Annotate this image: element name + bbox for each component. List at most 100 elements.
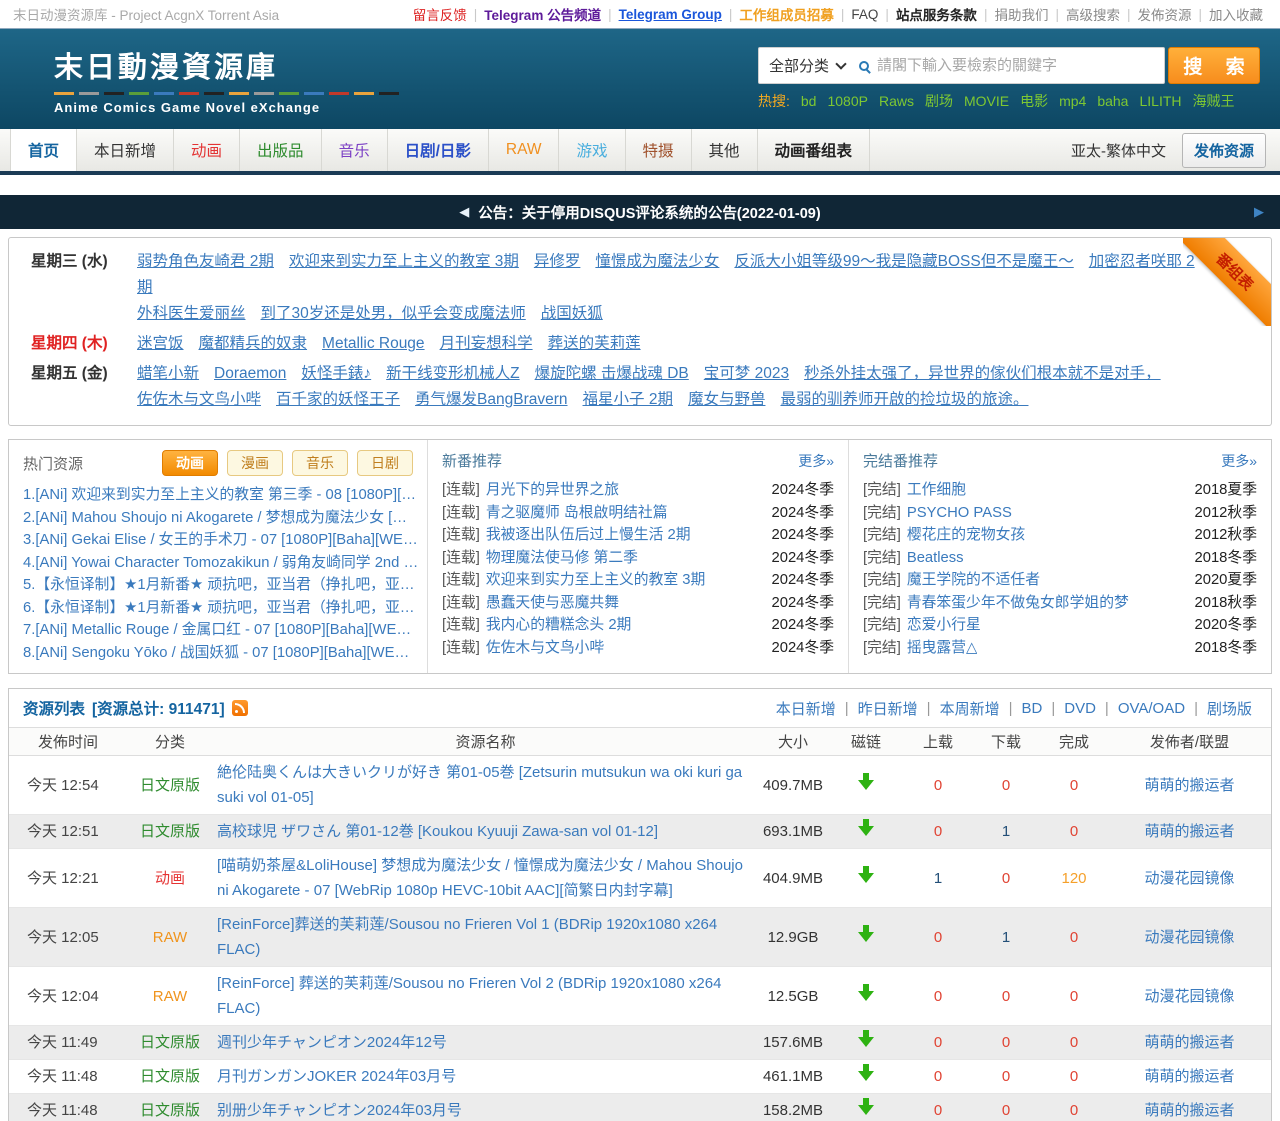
announcement-prev-icon[interactable]: ◀ xyxy=(459,204,469,220)
resource-title-link[interactable]: 高校球児 ザワさん 第01-12巻 [Koukou Kyuuji Zawa-sa… xyxy=(213,815,758,849)
schedule-anime-link[interactable]: 反派大小姐等级99～我是隐藏BOSS但不是魔王～ xyxy=(734,253,1073,270)
hot-search-keyword[interactable]: 海贼王 xyxy=(1193,91,1235,111)
schedule-anime-link[interactable]: 蜡笔小新 xyxy=(137,365,199,382)
hot-resource-item[interactable]: 5.【永恒译制】★1月新番★ 顽抗吧，亚当君（挣扎吧，亚当） / M... xyxy=(9,574,427,597)
magnet-download-icon[interactable] xyxy=(858,866,874,883)
announcement-next-icon[interactable]: ▶ xyxy=(1254,204,1264,220)
resource-title-link[interactable]: 週刊少年チャンピオン2024年12号 xyxy=(213,1026,758,1060)
publisher-link[interactable]: 动漫花园镜像 xyxy=(1108,849,1271,908)
hot-search-keyword[interactable]: 剧场 xyxy=(925,91,953,111)
quick-link-剧场版[interactable]: 剧场版 xyxy=(1207,698,1252,719)
publisher-link[interactable]: 萌萌的搬运者 xyxy=(1108,1026,1271,1060)
schedule-anime-link[interactable]: 月刊妄想科学 xyxy=(440,335,533,352)
publish-resource-button[interactable]: 发佈资源 xyxy=(1182,133,1266,168)
publisher-link[interactable]: 萌萌的搬运者 xyxy=(1108,1060,1271,1094)
schedule-anime-link[interactable]: 欢迎来到实力至上主义的教室 3期 xyxy=(289,253,519,270)
category-link[interactable]: 日文原版 xyxy=(127,1026,213,1060)
anime-title-link[interactable]: 我被逐出队伍后过上慢生活 2期 xyxy=(486,527,691,543)
publisher-link[interactable]: 动漫花园镜像 xyxy=(1108,908,1271,967)
resource-title-link[interactable]: 别册少年チャンピオン2024年03月号 xyxy=(213,1094,758,1121)
schedule-anime-link[interactable]: 弱势角色友崎君 2期 xyxy=(137,253,274,270)
anime-title-link[interactable]: 樱花庄的宠物女孩 xyxy=(907,527,1025,543)
category-link[interactable]: 日文原版 xyxy=(127,1060,213,1094)
magnet-download-icon[interactable] xyxy=(858,773,874,790)
rss-icon[interactable] xyxy=(232,700,248,716)
nav-tab-动画番组表[interactable]: 动画番组表 xyxy=(758,129,871,171)
publisher-link[interactable]: 动漫花园镜像 xyxy=(1108,967,1271,1026)
category-link[interactable]: 动画 xyxy=(127,849,213,908)
hot-search-keyword[interactable]: bd xyxy=(801,93,817,109)
quick-link-本周新增[interactable]: 本周新增 xyxy=(940,698,1000,719)
topbar-link[interactable]: 站点服务条款 xyxy=(896,4,977,24)
nav-tab-动画[interactable]: 动画 xyxy=(174,129,240,171)
publisher-link[interactable]: 萌萌的搬运者 xyxy=(1108,756,1271,815)
anime-title-link[interactable]: 我内心的糟糕念头 2期 xyxy=(486,617,632,633)
hot-resource-item[interactable]: 4.[ANi] Yowai Character Tomozakikun / 弱角… xyxy=(9,552,427,575)
category-link[interactable]: 日文原版 xyxy=(127,815,213,849)
schedule-anime-link[interactable]: 战国妖狐 xyxy=(541,305,603,322)
schedule-anime-link[interactable]: 最弱的驯养师开啟的捡垃圾的旅途。 xyxy=(780,391,1028,408)
nav-tab-本日新增[interactable]: 本日新增 xyxy=(77,129,174,171)
hot-tab-动画[interactable]: 动画 xyxy=(162,450,218,476)
schedule-anime-link[interactable]: 佐佐木与文鸟小哔 xyxy=(137,391,261,408)
hot-search-keyword[interactable]: mp4 xyxy=(1059,93,1086,109)
quick-link-OVA/OAD[interactable]: OVA/OAD xyxy=(1118,700,1185,717)
category-link[interactable]: RAW xyxy=(127,967,213,1026)
schedule-anime-link[interactable]: 爆旋陀螺 击爆战魂 DB xyxy=(535,365,689,382)
magnet-download-icon[interactable] xyxy=(858,1098,874,1115)
schedule-anime-link[interactable]: Metallic Rouge xyxy=(322,335,425,352)
hot-search-keyword[interactable]: Raws xyxy=(879,93,914,109)
schedule-anime-link[interactable]: 新干线变形机械人Z xyxy=(386,365,519,382)
topbar-link[interactable]: FAQ xyxy=(851,7,878,22)
resource-title-link[interactable]: [喵萌奶茶屋&LoliHouse] 梦想成为魔法少女 / 憧憬成为魔法少女 / … xyxy=(213,849,758,908)
magnet-download-icon[interactable] xyxy=(858,1030,874,1047)
nav-tab-出版品[interactable]: 出版品 xyxy=(240,129,322,171)
anime-title-link[interactable]: 佐佐木与文鸟小哔 xyxy=(486,640,604,656)
anime-title-link[interactable]: 恋爱小行星 xyxy=(907,617,981,633)
topbar-link[interactable]: Telegram 公告频道 xyxy=(484,4,601,24)
anime-title-link[interactable]: 工作细胞 xyxy=(907,482,966,498)
hot-tab-漫画[interactable]: 漫画 xyxy=(227,450,283,476)
magnet-download-icon[interactable] xyxy=(858,984,874,1001)
anime-title-link[interactable]: Beatless xyxy=(907,550,964,566)
schedule-anime-link[interactable]: 异修罗 xyxy=(534,253,581,270)
anime-title-link[interactable]: 青春笨蛋少年不做兔女郎学姐的梦 xyxy=(907,595,1129,611)
schedule-anime-link[interactable]: 葬送的芙莉莲 xyxy=(548,335,641,352)
site-logo[interactable]: 末日動漫資源庫 Anime Comics Game Novel eXchange xyxy=(54,44,399,115)
hot-resource-item[interactable]: 2.[ANi] Mahou Shoujo ni Akogarete / 梦想成为… xyxy=(9,507,427,530)
topbar-link[interactable]: 发佈资源 xyxy=(1137,4,1191,24)
schedule-anime-link[interactable]: 迷宫饭 xyxy=(137,335,184,352)
new-releases-more-link[interactable]: 更多» xyxy=(798,451,834,471)
schedule-anime-link[interactable]: 妖怪手錶♪ xyxy=(301,365,371,382)
magnet-download-icon[interactable] xyxy=(858,1064,874,1081)
hot-resource-item[interactable]: 1.[ANi] 欢迎来到实力至上主义的教室 第三季 - 08 [1080P][B… xyxy=(9,484,427,507)
search-button[interactable]: 搜 索 xyxy=(1168,47,1260,84)
category-dropdown[interactable]: 全部分类 xyxy=(769,55,857,76)
schedule-anime-link[interactable]: 百千家的妖怪王子 xyxy=(276,391,400,408)
quick-link-昨日新增[interactable]: 昨日新增 xyxy=(858,698,918,719)
publisher-link[interactable]: 萌萌的搬运者 xyxy=(1108,1094,1271,1121)
schedule-ribbon-label[interactable]: 番组表 xyxy=(1183,238,1271,326)
topbar-link[interactable]: 加入收藏 xyxy=(1209,4,1263,24)
nav-tab-游戏[interactable]: 游戏 xyxy=(559,129,625,171)
schedule-anime-link[interactable]: 秒杀外挂太强了，异世界的傢伙们根本就不是对手， xyxy=(804,365,1161,382)
category-link[interactable]: 日文原版 xyxy=(127,756,213,815)
topbar-link[interactable]: 捐助我们 xyxy=(994,4,1048,24)
topbar-link[interactable]: 工作组成员招募 xyxy=(739,4,834,24)
anime-title-link[interactable]: 物理魔法使马修 第二季 xyxy=(486,550,638,566)
announcement-text[interactable]: 公告：关于停用DISQUS评论系统的公告(2022-01-09) xyxy=(478,202,820,223)
topbar-link[interactable]: Telegram Group xyxy=(619,7,722,22)
nav-tab-音乐[interactable]: 音乐 xyxy=(322,129,388,171)
publisher-link[interactable]: 萌萌的搬运者 xyxy=(1108,815,1271,849)
hot-resource-item[interactable]: 3.[ANi] Gekai Elise / 女王的手术刀 - 07 [1080P… xyxy=(9,529,427,552)
anime-title-link[interactable]: 青之驱魔师 岛根啟明结社篇 xyxy=(486,505,668,521)
hot-tab-音乐[interactable]: 音乐 xyxy=(292,450,348,476)
resource-title-link[interactable]: [ReinForce] 葬送的芙莉莲/Sousou no Frieren Vol… xyxy=(213,967,758,1026)
hot-resource-item[interactable]: 6.【永恒译制】★1月新番★ 顽抗吧，亚当君（挣扎吧，亚当） / M... xyxy=(9,597,427,620)
quick-link-BD[interactable]: BD xyxy=(1022,700,1043,717)
schedule-anime-link[interactable]: 宝可梦 2023 xyxy=(704,365,789,382)
hot-resource-item[interactable]: 7.[ANi] Metallic Rouge / 金属口红 - 07 [1080… xyxy=(9,619,427,642)
anime-title-link[interactable]: 摇曳露营△ xyxy=(907,640,978,656)
hot-search-keyword[interactable]: 电影 xyxy=(1020,91,1048,111)
search-input[interactable] xyxy=(877,57,1154,74)
